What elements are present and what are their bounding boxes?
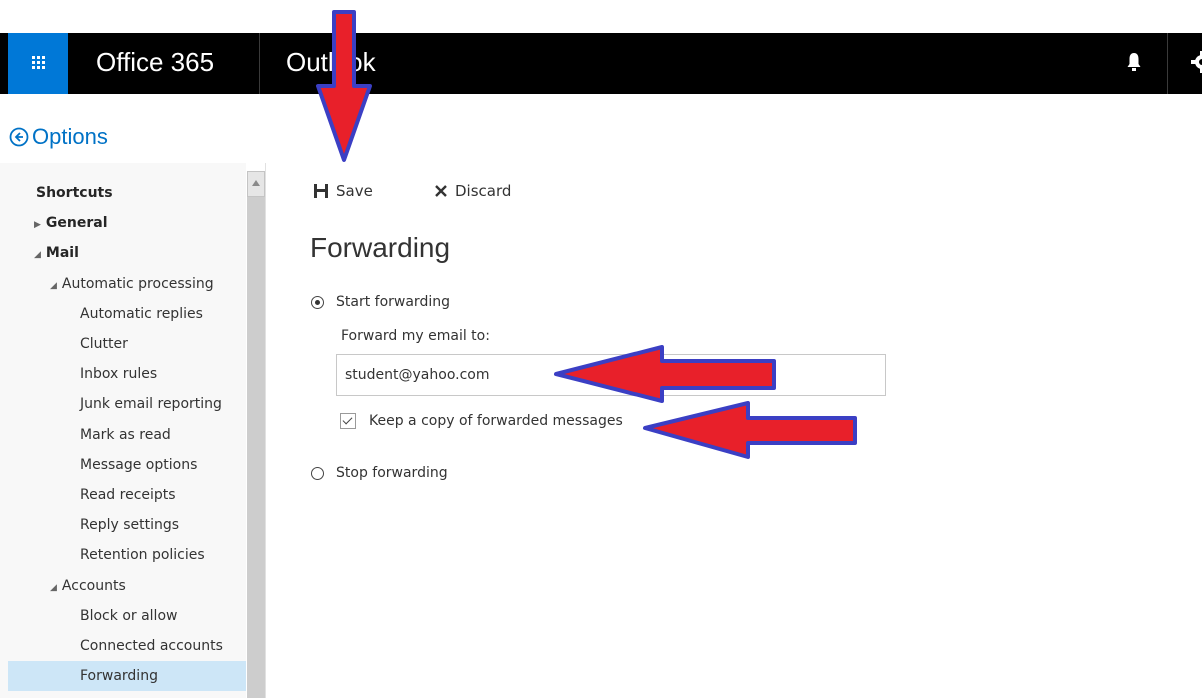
nav-item-label: Automatic replies [80, 305, 203, 322]
discard-label: Discard [455, 182, 512, 200]
options-title: Options [32, 124, 108, 149]
caret-expanded-icon: ◢ [50, 280, 57, 291]
stop-forwarding-label: Stop forwarding [336, 465, 448, 481]
forward-to-input[interactable] [336, 354, 886, 396]
nav-item-label: Block or allow [80, 607, 178, 624]
nav-item-retention-policies[interactable]: Retention policies [80, 540, 205, 570]
options-nav: Shortcuts ▶ General ◢ Mail ◢ Automatic process… [0, 163, 246, 698]
keep-copy-label: Keep a copy of forwarded messages [369, 413, 623, 429]
nav-item-label: Reply settings [80, 517, 180, 534]
topbar-divider [259, 33, 260, 94]
app-launcher-dot [37, 66, 40, 69]
nav-item-message-options[interactable]: Message options [80, 450, 197, 480]
nav-item-label: Retention policies [80, 547, 205, 564]
nav-item-automatic-replies[interactable]: Automatic replies [80, 299, 203, 329]
nav-item-label: Forwarding [80, 668, 158, 685]
start-forwarding-label: Start forwarding [336, 294, 450, 310]
save-button[interactable]: Save [313, 178, 373, 204]
nav-item-label: Mark as read [80, 426, 171, 443]
nav-item-junk-email-reporting[interactable]: Junk email reporting [80, 389, 222, 419]
app-launcher-dot [32, 66, 35, 69]
nav-item-mail[interactable]: ◢ Mail [34, 238, 79, 268]
nav-item-mark-as-read[interactable]: Mark as read [80, 420, 171, 450]
nav-item-label: Clutter [80, 336, 128, 352]
app-launcher-dot [42, 61, 45, 64]
start-forwarding-option[interactable]: Start forwarding [311, 291, 450, 313]
top-bar: Office 365 Outlook [0, 33, 1202, 94]
nav-item-label: Mail [45, 245, 79, 262]
keep-copy-option[interactable]: Keep a copy of forwarded messages [340, 410, 623, 432]
nav-item-general[interactable]: ▶ General [34, 208, 108, 238]
topbar-divider-right [1167, 33, 1168, 94]
page-title: Forwarding [310, 232, 451, 263]
stop-forwarding-radio[interactable] [311, 466, 324, 480]
nav-item-label: Message options [80, 456, 198, 473]
nav-scrollbar[interactable] [247, 171, 265, 698]
forward-to-label: Forward my email to: [341, 328, 490, 344]
nav-item-label: Read receipts [80, 487, 176, 503]
pane-divider [265, 163, 266, 698]
discard-button[interactable]: Discard [434, 178, 511, 204]
nav-item-reply-settings[interactable]: Reply settings [80, 510, 179, 540]
app-launcher-dot [32, 56, 35, 59]
nav-item-block-or-allow[interactable]: Block or allow [80, 601, 177, 631]
start-forwarding-radio[interactable] [311, 295, 324, 309]
nav-item-forwarding[interactable]: Forwarding [8, 661, 246, 692]
annotation-arrow-checkbox [643, 401, 857, 459]
app-launcher-button[interactable] [8, 33, 68, 94]
nav-item-automatic-processing[interactable]: ◢ Automatic processing [50, 269, 214, 299]
bell-icon[interactable] [1127, 52, 1141, 74]
nav-item-label: Junk email reporting [80, 396, 222, 413]
nav-item-shortcuts[interactable]: Shortcuts [36, 178, 113, 208]
close-icon [435, 185, 447, 197]
app-launcher-dot [42, 56, 45, 59]
nav-item-clutter[interactable]: Clutter [80, 329, 128, 359]
gear-icon[interactable] [1190, 50, 1202, 74]
nav-item-label: Shortcuts [36, 185, 113, 201]
nav-item-inbox-rules[interactable]: Inbox rules [80, 359, 157, 389]
nav-item-label: General [45, 215, 108, 232]
caret-expanded-icon: ◢ [34, 250, 41, 261]
nav-item-label: Inbox rules [80, 366, 158, 383]
nav-item-label: Automatic processing [61, 275, 214, 292]
stop-forwarding-option[interactable]: Stop forwarding [311, 462, 448, 484]
nav-item-label: Connected accounts [80, 638, 223, 654]
suite-title[interactable]: Office 365 [96, 33, 214, 94]
back-circle-icon [9, 127, 29, 147]
caret-expanded-icon: ◢ [50, 582, 57, 593]
app-launcher-dot [37, 61, 40, 64]
save-icon [314, 184, 328, 198]
app-launcher-dot [32, 61, 35, 64]
app-launcher-dot [42, 66, 45, 69]
options-back-link[interactable]: Options [9, 122, 108, 152]
save-label: Save [336, 182, 373, 200]
app-title[interactable]: Outlook [286, 33, 376, 94]
nav-item-connected-accounts[interactable]: Connected accounts [80, 631, 223, 661]
nav-item-accounts[interactable]: ◢ Accounts [50, 571, 126, 601]
app-launcher-dot [37, 56, 40, 59]
keep-copy-checkbox[interactable] [340, 413, 356, 429]
nav-item-read-receipts[interactable]: Read receipts [80, 480, 176, 510]
nav-scroll-up-button[interactable] [247, 171, 265, 197]
nav-item-label: Accounts [61, 577, 126, 594]
caret-collapsed-icon: ▶ [34, 220, 41, 231]
